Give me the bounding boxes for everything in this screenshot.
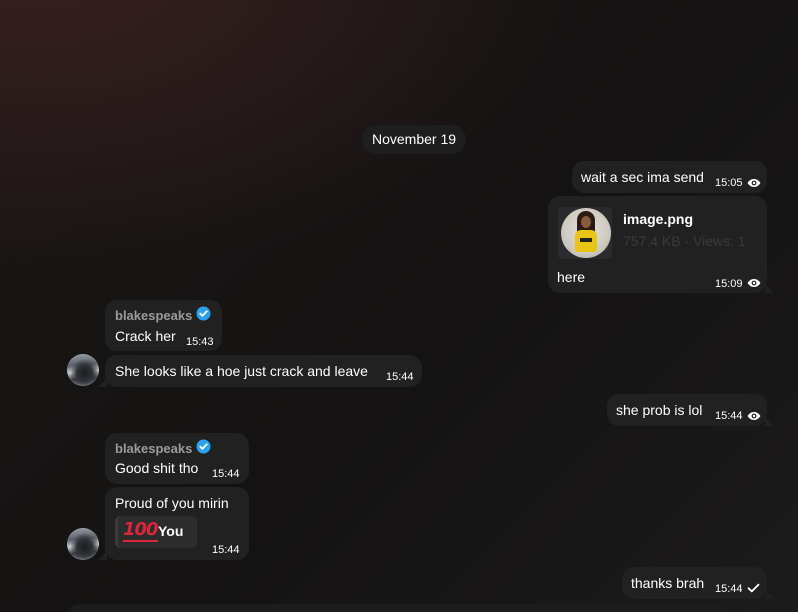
message-time: 15:43 bbox=[186, 336, 214, 348]
message-time: 15:05 bbox=[715, 177, 743, 189]
sender-name[interactable]: blakespeaks bbox=[115, 308, 192, 323]
eye-icon bbox=[747, 279, 761, 287]
message-text: Proud of you mirin bbox=[115, 495, 229, 511]
eye-icon bbox=[747, 412, 761, 420]
message-text: Crack her bbox=[115, 328, 176, 344]
send-button[interactable] bbox=[734, 606, 764, 612]
file-name[interactable]: image.png bbox=[623, 211, 693, 227]
incoming-message-bubble[interactable]: She looks like a hoe just crack and leav… bbox=[98, 355, 422, 387]
date-separator: November 19 bbox=[362, 125, 467, 154]
sender-name[interactable]: blakespeaks bbox=[115, 441, 192, 456]
checkmark-icon bbox=[747, 583, 760, 593]
message-time: 15:09 bbox=[715, 278, 743, 290]
outgoing-message-bubble[interactable]: she prob is lol 15:44 bbox=[607, 394, 774, 426]
outgoing-message-bubble[interactable]: thanks brah 15:44 bbox=[622, 567, 774, 599]
message-time: 15:44 bbox=[386, 371, 414, 383]
message-text: she prob is lol bbox=[616, 402, 703, 418]
avatar[interactable] bbox=[67, 528, 99, 560]
message-time: 15:44 bbox=[715, 410, 743, 422]
outgoing-message-bubble[interactable]: wait a sec ima send 15:05 bbox=[572, 161, 767, 193]
avatar[interactable] bbox=[67, 354, 99, 386]
message-text: thanks brah bbox=[631, 575, 705, 591]
reaction-label: You bbox=[158, 523, 184, 539]
eye-icon bbox=[747, 179, 761, 187]
message-text: here bbox=[557, 269, 586, 285]
verified-badge-icon bbox=[196, 439, 211, 454]
outgoing-file-message-bubble[interactable]: image.png 757.4 KB · Views: 1 here 15:09 bbox=[548, 196, 774, 293]
incoming-message-bubble[interactable]: Proud of you mirin 100 You 15:44 bbox=[98, 487, 249, 560]
incoming-message-bubble[interactable]: blakespeaks Good shit tho 15:44 bbox=[105, 433, 249, 484]
reaction-chip[interactable]: 100 You bbox=[115, 516, 197, 548]
message-text: wait a sec ima send bbox=[581, 169, 704, 185]
file-meta: 757.4 KB · Views: 1 bbox=[623, 233, 746, 249]
verified-badge-icon bbox=[196, 306, 211, 321]
message-text: Good shit tho bbox=[115, 460, 199, 476]
message-composer[interactable] bbox=[68, 604, 728, 612]
hundred-points-icon: 100 bbox=[123, 519, 159, 542]
image-thumbnail[interactable] bbox=[558, 207, 612, 259]
message-time: 15:44 bbox=[212, 544, 240, 556]
message-time: 15:44 bbox=[715, 583, 743, 595]
message-text: She looks like a hoe just crack and leav… bbox=[115, 363, 368, 379]
message-time: 15:44 bbox=[212, 468, 240, 480]
incoming-message-bubble[interactable]: blakespeaks Crack her 15:43 bbox=[105, 300, 222, 351]
